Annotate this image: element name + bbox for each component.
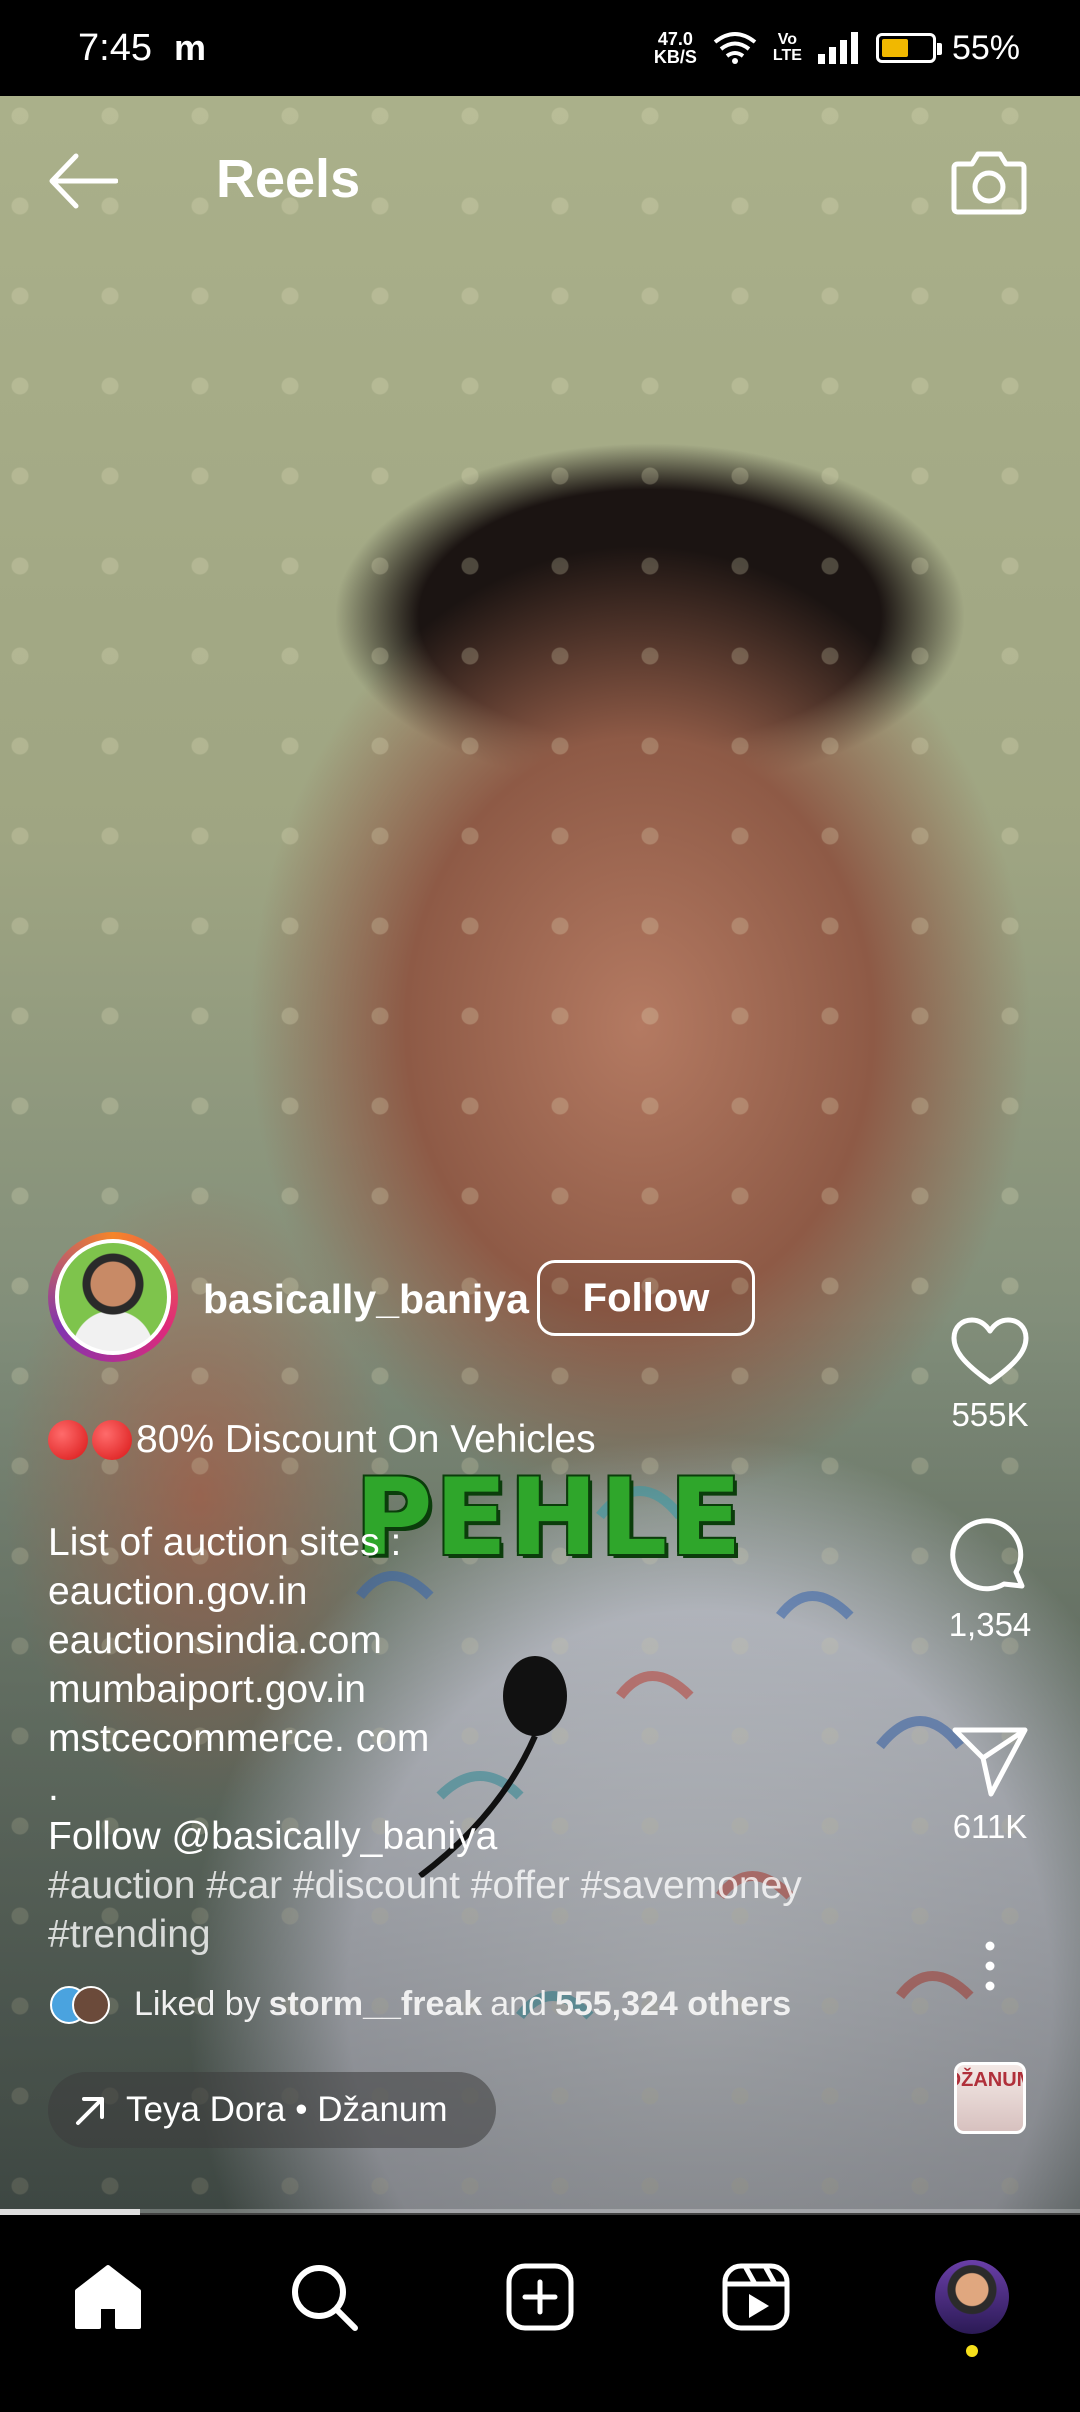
caption-hashtags[interactable]: #auction #car #discount #offer #savemone…	[48, 1861, 928, 1910]
create-icon	[506, 2263, 574, 2331]
profile-notification-dot	[966, 2345, 978, 2357]
liked-by-user[interactable]: storm__freak	[269, 1985, 483, 2024]
audio-thumbnail-text: DŽANUM	[957, 2069, 1023, 2091]
more-options-icon[interactable]	[980, 1940, 1000, 1992]
caption-title[interactable]: 80% Discount On Vehicles	[48, 1418, 596, 1462]
author-avatar[interactable]	[48, 1232, 178, 1362]
home-icon	[75, 2265, 141, 2329]
caption-line: eauction.gov.in	[48, 1570, 308, 1613]
music-label: Teya Dora • Džanum	[126, 2090, 448, 2129]
search-icon	[292, 2265, 358, 2331]
network-speed-value: 47.0	[657, 29, 693, 49]
send-icon[interactable]	[951, 1724, 1029, 1800]
caption-line: List of auction sites :	[48, 1521, 402, 1564]
volte-indicator: Vo LTE	[773, 32, 802, 64]
liked-by-middle: and	[490, 1985, 547, 2023]
caption-body[interactable]: List of auction sites : eauction.gov.in …	[48, 1518, 928, 1959]
profile-avatar	[935, 2260, 1009, 2334]
caption-line: eauctionsindia.com	[48, 1619, 382, 1662]
volte-bottom: LTE	[772, 47, 802, 64]
nav-home[interactable]	[68, 2257, 148, 2337]
caption-line: mumbaiport.gov.in	[48, 1668, 366, 1711]
heart-icon[interactable]	[950, 1316, 1030, 1388]
back-arrow-icon[interactable]	[46, 150, 118, 212]
author-avatar-image	[59, 1243, 167, 1351]
comment-action[interactable]: 1,354	[930, 1518, 1050, 1644]
reels-icon	[722, 2263, 790, 2331]
status-bar: 7:45 m 47.0 KB/S Vo LTE 55%	[0, 0, 1080, 96]
share-count: 611K	[952, 1808, 1028, 1845]
page-title: Reels	[216, 149, 361, 209]
liked-by-avatars	[50, 1985, 114, 2024]
liked-by-prefix: Liked by	[134, 1985, 261, 2023]
music-pill[interactable]: Teya Dora • Džanum	[48, 2072, 496, 2148]
red-circle-emoji	[92, 1420, 132, 1460]
comment-count: 1,354	[948, 1606, 1032, 1643]
signal-icon	[817, 32, 858, 64]
author-username[interactable]: basically_baniya	[203, 1276, 529, 1323]
caption-line: Follow @basically_baniya	[48, 1815, 498, 1858]
battery-icon	[875, 33, 942, 63]
caption-line: mstcecommerce. com	[48, 1717, 430, 1760]
nav-reels[interactable]	[716, 2257, 796, 2337]
share-action[interactable]: 611K	[930, 1724, 1050, 1846]
comment-icon[interactable]	[950, 1518, 1030, 1598]
battery-percent: 55%	[951, 28, 1020, 67]
caption-hashtags[interactable]: #trending	[48, 1910, 928, 1959]
arrow-up-right-icon	[76, 2097, 104, 2125]
caption-line: .	[48, 1766, 59, 1809]
network-speed: 47.0 KB/S	[654, 30, 697, 66]
liker-avatar	[72, 1985, 110, 2024]
network-speed-unit: KB/S	[653, 47, 697, 67]
liked-by-others[interactable]: 555,324 others	[555, 1985, 791, 2024]
like-count: 555K	[951, 1396, 1029, 1433]
app-notification-icon: m	[173, 27, 206, 68]
camera-icon[interactable]	[950, 142, 1028, 220]
volte-top: Vo	[777, 31, 798, 48]
wifi-icon	[713, 32, 757, 64]
status-time: 7:45	[78, 26, 152, 69]
follow-button[interactable]: Follow	[537, 1260, 755, 1336]
caption-title-text: 80% Discount On Vehicles	[136, 1418, 596, 1461]
nav-profile[interactable]	[932, 2257, 1012, 2337]
bottom-nav	[0, 2215, 1080, 2412]
audio-thumbnail[interactable]: DŽANUM	[954, 2062, 1026, 2134]
liked-by[interactable]: Liked by storm__freak and 555,324 others	[50, 1985, 799, 2024]
red-circle-emoji	[48, 1420, 88, 1460]
nav-search[interactable]	[284, 2257, 364, 2337]
nav-create[interactable]	[500, 2257, 580, 2337]
battery-level	[881, 39, 908, 57]
like-action[interactable]: 555K	[930, 1316, 1050, 1434]
